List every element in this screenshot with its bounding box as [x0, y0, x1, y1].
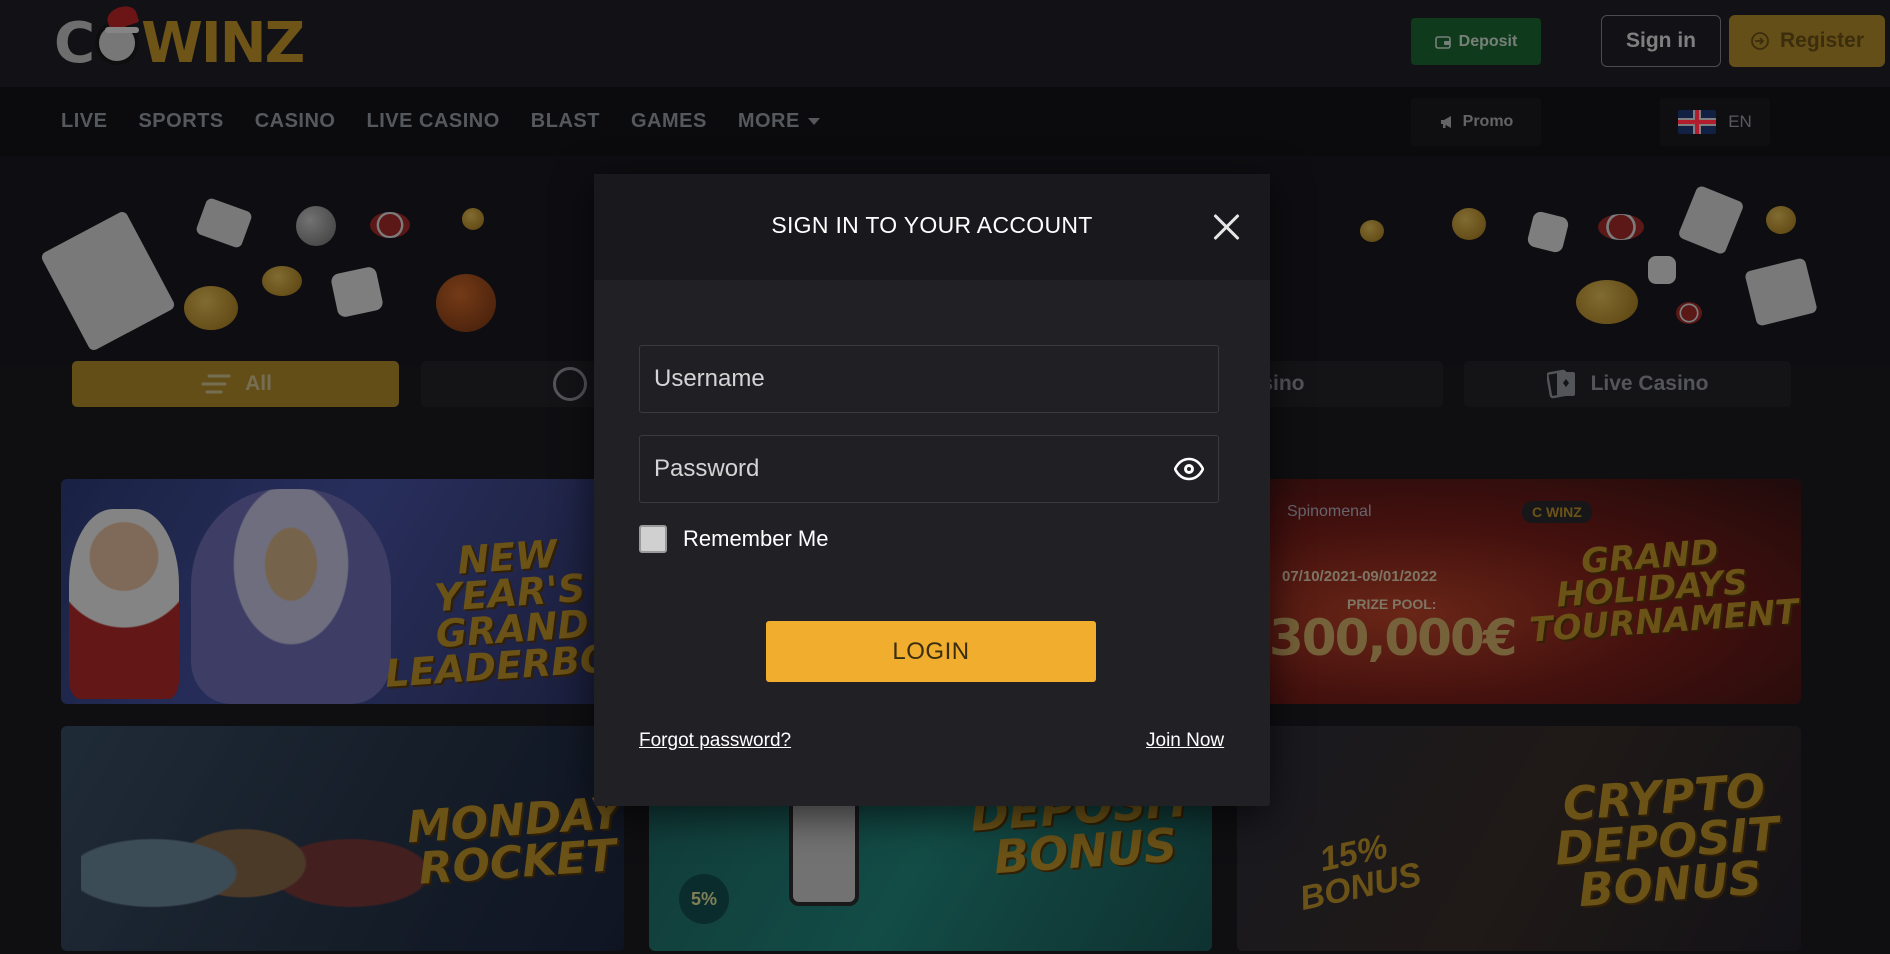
join-now-link[interactable]: Join Now	[1146, 730, 1224, 752]
sign-in-modal: SIGN IN TO YOUR ACCOUNT Remember Me LOGI…	[594, 174, 1270, 806]
close-icon[interactable]	[1210, 210, 1244, 244]
login-button[interactable]: LOGIN	[766, 621, 1096, 682]
username-field[interactable]	[639, 345, 1219, 413]
remember-me[interactable]: Remember Me	[639, 525, 828, 553]
password-input[interactable]	[640, 436, 1218, 502]
modal-title: SIGN IN TO YOUR ACCOUNT	[771, 212, 1093, 238]
username-input[interactable]	[640, 346, 1218, 412]
show-password-icon[interactable]	[1174, 457, 1204, 481]
remember-me-checkbox[interactable]	[639, 525, 667, 553]
remember-me-label: Remember Me	[683, 526, 829, 551]
password-field[interactable]	[639, 435, 1219, 503]
forgot-password-link[interactable]: Forgot password?	[639, 730, 791, 752]
modal-header: SIGN IN TO YOUR ACCOUNT	[594, 174, 1270, 280]
login-label: LOGIN	[892, 637, 970, 665]
